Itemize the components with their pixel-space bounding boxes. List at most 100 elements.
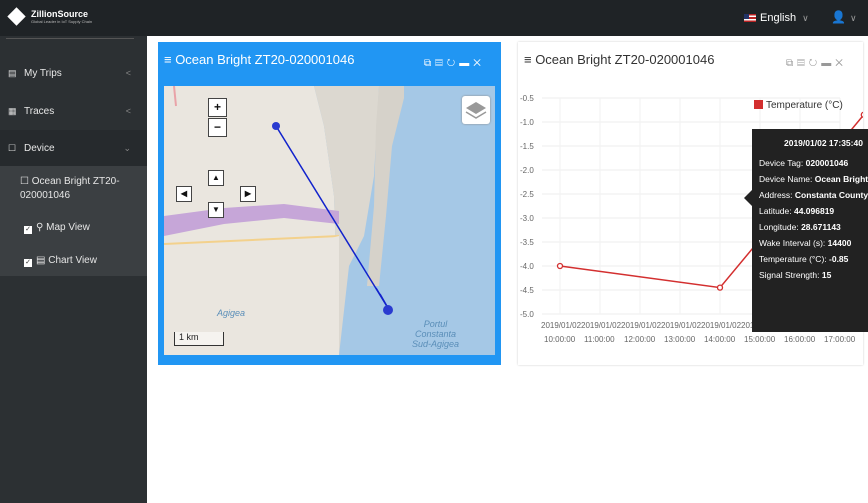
place-label-agigea: Agigea xyxy=(217,308,246,318)
y-tick-label: -2.5 xyxy=(520,190,534,199)
end-marker[interactable] xyxy=(383,305,393,315)
x-tick-label: 2019/01/02 xyxy=(621,321,662,330)
data-point xyxy=(556,262,564,270)
layers-button[interactable] xyxy=(462,96,490,124)
y-tick-label: -0.5 xyxy=(520,94,534,103)
minimize-icon[interactable]: ▬ xyxy=(459,58,473,69)
bar-chart-icon: ▤ xyxy=(36,255,46,266)
user-menu[interactable]: 👤 ∨ xyxy=(831,10,857,24)
place-label-port: Portul Constanta Sud-Agigea xyxy=(412,319,460,349)
copy-icon[interactable]: ⧉ xyxy=(786,58,797,69)
x-tick-label: 2019/01/02 xyxy=(701,321,742,330)
tooltip-value: 020001046 xyxy=(805,158,849,168)
panel-toolbar: ⧉▤↻▬✕ xyxy=(786,58,847,69)
x-tick-label: 16:00:00 xyxy=(784,335,816,344)
tooltip-row: Latitude: 44.096819 xyxy=(759,203,861,219)
logo-mark-icon xyxy=(7,7,26,26)
tooltip-label: Device Name: xyxy=(759,174,815,184)
chart-view-item[interactable]: ✓ ▤ Chart View xyxy=(24,254,97,268)
layers-icon xyxy=(465,102,487,119)
file-icon: ▤ xyxy=(8,67,17,78)
data-point xyxy=(860,111,863,118)
copy-icon[interactable]: ⧉ xyxy=(424,58,435,69)
y-tick-label: -5.0 xyxy=(520,310,534,319)
chevron-down-icon: ⌄ xyxy=(123,142,131,153)
x-tick-label: 17:00:00 xyxy=(824,335,856,344)
logo[interactable]: ZillionSource Global Leader in IoT Suppl… xyxy=(7,7,93,26)
chevron-down-icon: ∨ xyxy=(849,13,857,23)
tooltip-row: Address: Constanta County, Romania xyxy=(759,187,868,203)
close-icon[interactable]: ✕ xyxy=(473,58,485,69)
tooltip-label: Address: xyxy=(759,190,795,200)
map-view-item[interactable]: ✓ ⚲ Map View xyxy=(24,221,90,235)
legend-swatch xyxy=(754,100,763,109)
tooltip-label: Longitude: xyxy=(759,222,802,232)
tooltip-timestamp: 2019/01/02 17:35:40 xyxy=(784,138,863,148)
data-point xyxy=(716,284,724,291)
y-tick-label: -3.5 xyxy=(520,238,534,247)
map-marker-icon: ⚲ xyxy=(36,222,44,233)
refresh-icon[interactable]: ↻ xyxy=(809,58,821,69)
brand-name: ZillionSource xyxy=(31,9,89,19)
checkbox-icon: ✓ xyxy=(24,259,32,267)
close-icon[interactable]: ✕ xyxy=(835,58,847,69)
x-tick-label: 12:00:00 xyxy=(624,335,656,344)
y-tick-label: -1.5 xyxy=(520,142,534,151)
x-tick-label: 11:00:00 xyxy=(584,335,615,344)
chevron-down-icon: ∨ xyxy=(802,12,809,23)
square-icon: ☐ xyxy=(20,176,29,187)
brand-tagline: Global Leader in IoT Supply Chain xyxy=(31,19,93,24)
chevron-left-icon: < xyxy=(125,106,131,116)
zoom-in-button[interactable]: + xyxy=(208,98,227,117)
tooltip-value: Ocean Bright ZT20-020001046 xyxy=(814,174,868,184)
save-icon[interactable]: ▤ xyxy=(797,58,809,69)
pan-up-button[interactable]: ▲ xyxy=(208,170,224,186)
x-tick-label: 15:00:00 xyxy=(744,335,776,344)
device-submenu: ☐ Ocean Bright ZT20-020001046 ✓ ⚲ Map Vie… xyxy=(0,166,147,276)
pan-down-button[interactable]: ▼ xyxy=(208,202,224,218)
tooltip-value: 28.671143 xyxy=(801,222,841,232)
sidebar-item-traces[interactable]: ▦ Traces < xyxy=(0,93,147,129)
top-bar: ZillionSource Global Leader in IoT Suppl… xyxy=(0,0,868,36)
device-name: Ocean Bright ZT20-020001046 xyxy=(20,176,120,201)
map-view[interactable]: + − ▲ ◀ ▶ ▼ Agigea Portul Constanta Sud-… xyxy=(164,86,495,355)
route-arrow xyxy=(375,287,389,309)
language-selector[interactable]: English ∨ xyxy=(744,12,809,24)
sidebar-item-label: Traces xyxy=(24,105,55,117)
x-tick-label: 2019/01/02 xyxy=(541,321,582,330)
language-label: English xyxy=(760,12,797,24)
y-tick-label: -4.0 xyxy=(520,262,534,271)
map-scale: 1 km xyxy=(174,332,224,346)
x-tick-label: 13:00:00 xyxy=(664,335,696,344)
device-item[interactable]: ☐ Ocean Bright ZT20-020001046 xyxy=(20,175,132,203)
y-tick-label: -4.5 xyxy=(520,286,534,295)
divider xyxy=(6,38,134,39)
sidebar-item-my-trips[interactable]: ▤ My Trips < xyxy=(0,55,147,91)
square-icon: ☐ xyxy=(8,142,17,153)
pan-left-button[interactable]: ◀ xyxy=(176,186,192,202)
x-tick-label: 10:00:00 xyxy=(544,335,576,344)
y-tick-label: -3.0 xyxy=(520,214,534,223)
user-icon: 👤 xyxy=(831,10,846,24)
zoom-out-button[interactable]: − xyxy=(208,118,227,137)
tooltip-row: Device Name: Ocean Bright ZT20-020001046 xyxy=(759,171,868,187)
chevron-left-icon: < xyxy=(125,68,131,78)
tooltip-row: Temperature (°C): -0.85 xyxy=(759,251,861,267)
y-tick-label: -1.0 xyxy=(520,118,534,127)
minimize-icon[interactable]: ▬ xyxy=(821,58,835,69)
view-label: Chart View xyxy=(48,255,97,266)
tooltip-label: Wake Interval (s): xyxy=(759,238,828,248)
start-marker[interactable] xyxy=(272,122,280,130)
save-icon[interactable]: ▤ xyxy=(435,58,447,69)
panel-toolbar: ⧉▤↻▬✕ xyxy=(424,58,485,69)
tooltip-row: Longitude: 28.671143 xyxy=(759,219,861,235)
tooltip-row: Wake Interval (s): 14400 xyxy=(759,235,861,251)
tooltip-arrow xyxy=(744,190,752,206)
refresh-icon[interactable]: ↻ xyxy=(447,58,459,69)
view-label: Map View xyxy=(46,222,90,233)
pan-right-button[interactable]: ▶ xyxy=(240,186,256,202)
tooltip-value: 15 xyxy=(821,270,832,280)
sidebar-item-device[interactable]: ☐ Device ⌄ xyxy=(0,130,147,166)
sidebar-item-label: My Trips xyxy=(24,67,62,79)
table-icon: ▦ xyxy=(8,105,17,116)
